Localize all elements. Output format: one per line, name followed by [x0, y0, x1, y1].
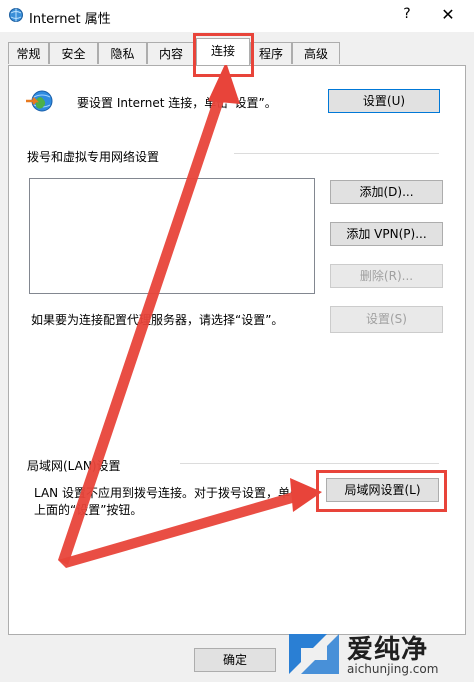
tab-programs[interactable]: 程序 — [250, 42, 292, 64]
add-vpn-button[interactable]: 添加 VPN(P)... — [330, 222, 443, 246]
window-title: Internet 属性 — [29, 12, 111, 27]
tab-connections[interactable]: 连接 — [196, 38, 250, 65]
lan-note-line1: LAN 设置不应用到拨号连接。对于拨号设置，单击 — [34, 486, 302, 500]
watermark-name: 爱纯净 — [347, 635, 429, 665]
divider — [180, 463, 439, 464]
tab-privacy[interactable]: 隐私 — [98, 42, 147, 64]
tab-content[interactable]: 内容 — [147, 42, 195, 64]
lan-section-heading: 局域网(LAN)设置 — [27, 459, 121, 473]
title-bar: Internet 属性 ? ✕ — [0, 0, 474, 32]
ok-button[interactable]: 确定 — [194, 648, 276, 672]
dialup-section-heading: 拨号和虚拟专用网络设置 — [27, 150, 160, 164]
help-button[interactable]: ? — [398, 6, 416, 26]
setup-instruction: 要设置 Internet 连接，单击“设置”。 — [77, 96, 277, 110]
divider — [234, 153, 439, 154]
internet-options-icon — [9, 8, 23, 22]
site-watermark: 爱纯净 aichunjing.com — [283, 628, 473, 680]
remove-button[interactable]: 删除(R)... — [330, 264, 443, 288]
close-button[interactable]: ✕ — [436, 5, 460, 27]
lan-settings-button[interactable]: 局域网设置(L) — [326, 478, 439, 502]
tab-general[interactable]: 常规 — [8, 42, 49, 64]
tab-security[interactable]: 安全 — [49, 42, 98, 64]
network-globe-icon — [26, 90, 53, 112]
dialup-connections-list[interactable] — [29, 178, 315, 294]
lan-note-line2: 上面的“设置”按钮。 — [34, 503, 143, 517]
proxy-instruction: 如果要为连接配置代理服务器，请选择“设置”。 — [31, 313, 284, 327]
watermark-logo-icon — [289, 634, 339, 674]
setup-button[interactable]: 设置(U) — [328, 89, 440, 113]
watermark-url: aichunjing.com — [347, 662, 439, 676]
add-connection-button[interactable]: 添加(D)... — [330, 180, 443, 204]
tab-advanced[interactable]: 高级 — [292, 42, 340, 64]
dialup-settings-button[interactable]: 设置(S) — [330, 306, 443, 333]
